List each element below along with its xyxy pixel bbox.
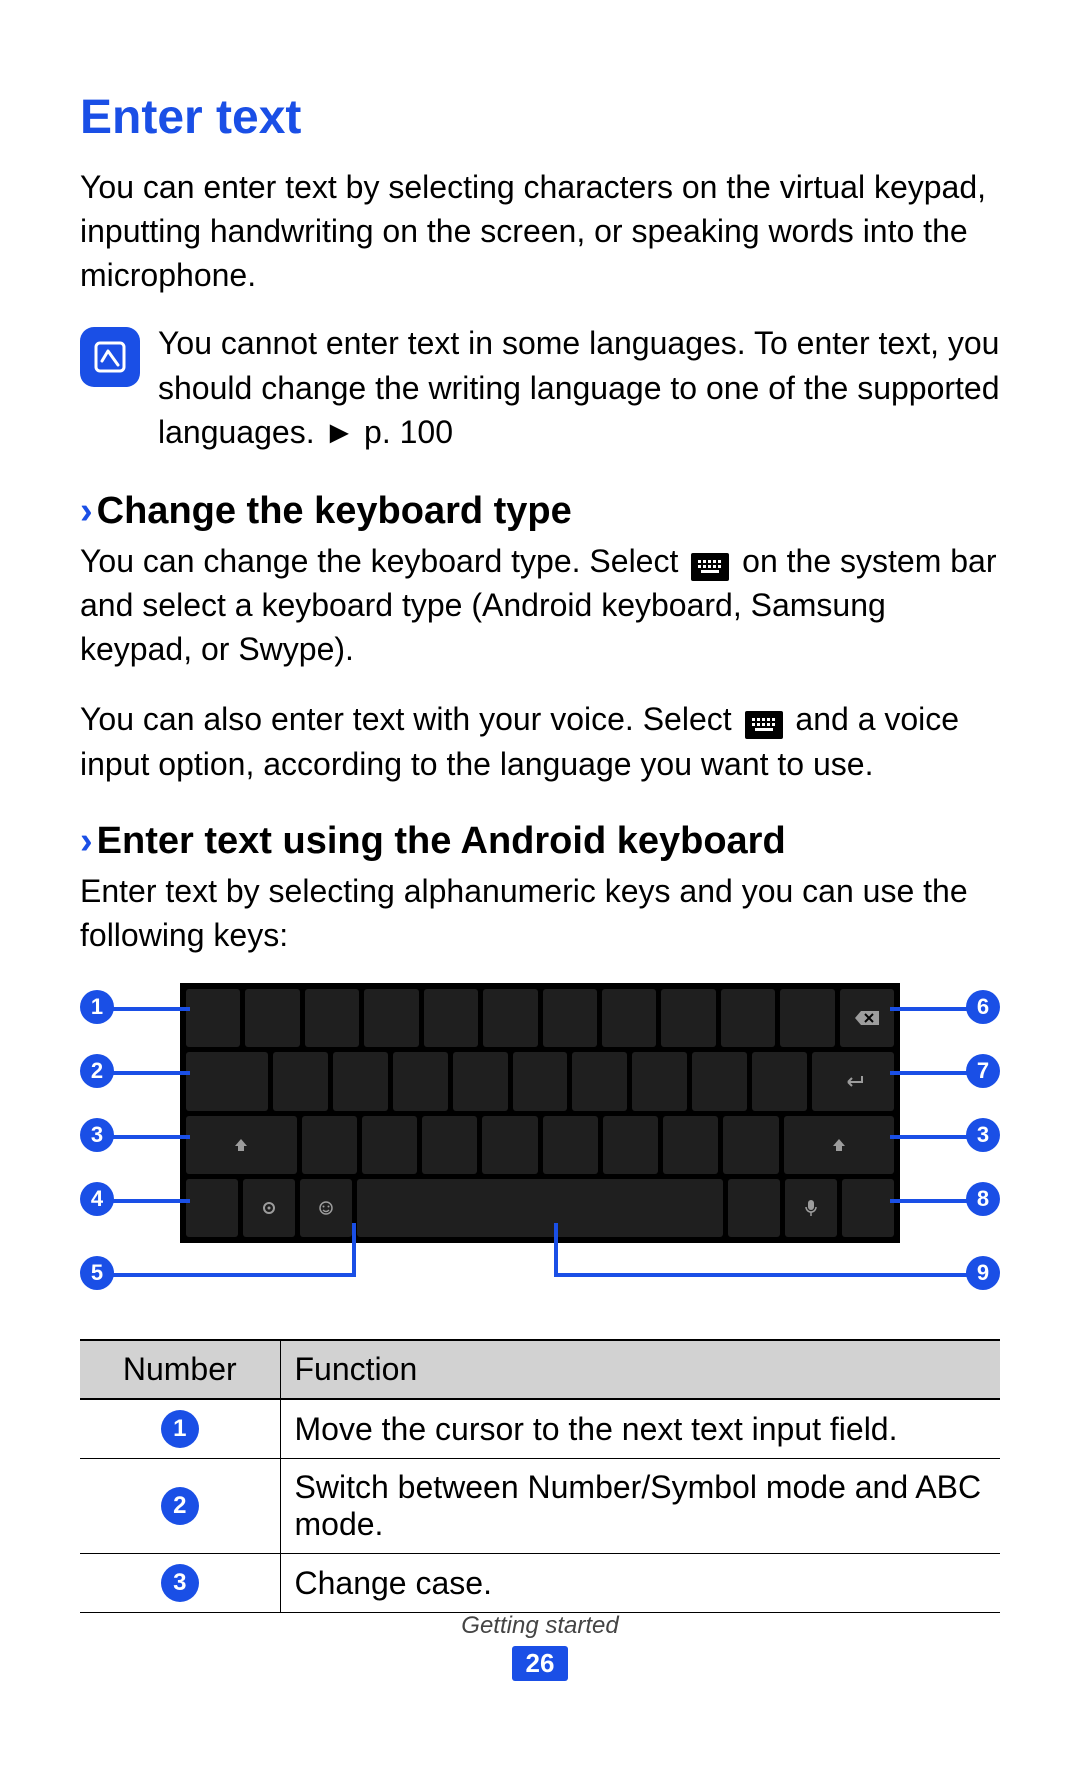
table-row: 1 Move the cursor to the next text input…	[80, 1399, 1000, 1459]
subhead-change-keyboard: ›Change the keyboard type	[80, 490, 1000, 533]
callout-3r: 3	[966, 1118, 1000, 1152]
row-number-badge: 3	[161, 1564, 199, 1602]
table-row: 2 Switch between Number/Symbol mode and …	[80, 1459, 1000, 1554]
intro-paragraph: You can enter text by selecting characte…	[80, 165, 1000, 297]
callout-8: 8	[966, 1182, 1000, 1216]
keyboard-icon	[745, 711, 783, 739]
callout-6: 6	[966, 990, 1000, 1024]
table-head-number: Number	[80, 1340, 280, 1399]
page-title: Enter text	[80, 90, 1000, 145]
section1-p1a: You can change the keyboard type. Select	[80, 543, 687, 579]
callout-2: 2	[80, 1054, 114, 1088]
row-number-badge: 1	[161, 1410, 199, 1448]
callout-7: 7	[966, 1054, 1000, 1088]
section2-p1: Enter text by selecting alphanumeric key…	[80, 869, 1000, 957]
note-text: You cannot enter text in some languages.…	[158, 321, 1000, 453]
enter-key-icon	[812, 1052, 894, 1110]
section1-p2a: You can also enter text with your voice.…	[80, 701, 741, 737]
callout-9: 9	[966, 1256, 1000, 1290]
row-function: Change case.	[280, 1554, 1000, 1613]
manual-page: Enter text You can enter text by selecti…	[0, 0, 1080, 1771]
chevron-icon: ›	[80, 490, 93, 532]
mic-key-icon	[785, 1179, 837, 1237]
backspace-key-icon	[840, 989, 894, 1047]
keyboard-icon	[691, 553, 729, 581]
note-icon	[80, 327, 140, 387]
table-row: 3 Change case.	[80, 1554, 1000, 1613]
footer-chapter: Getting started	[0, 1612, 1080, 1640]
emoji-key-icon	[300, 1179, 352, 1237]
keyboard-graphic	[180, 983, 900, 1243]
subhead-change-keyboard-text: Change the keyboard type	[97, 490, 572, 532]
section1-p1: You can change the keyboard type. Select…	[80, 539, 1000, 671]
row-function: Move the cursor to the next text input f…	[280, 1399, 1000, 1459]
footer-page-number: 26	[512, 1646, 569, 1681]
callout-5: 5	[80, 1256, 114, 1290]
subhead-android-keyboard-text: Enter text using the Android keyboard	[97, 820, 786, 862]
callout-1: 1	[80, 990, 114, 1024]
callout-3: 3	[80, 1118, 114, 1152]
section1-p2: You can also enter text with your voice.…	[80, 697, 1000, 785]
shift-key-icon	[186, 1116, 297, 1174]
settings-key-icon	[243, 1179, 295, 1237]
note-box: You cannot enter text in some languages.…	[80, 321, 1000, 453]
function-table: Number Function 1 Move the cursor to the…	[80, 1339, 1000, 1613]
table-head-function: Function	[280, 1340, 1000, 1399]
row-number-badge: 2	[161, 1487, 199, 1525]
callout-4: 4	[80, 1182, 114, 1216]
chevron-icon: ›	[80, 820, 93, 862]
subhead-android-keyboard: ›Enter text using the Android keyboard	[80, 820, 1000, 863]
keyboard-illustration: 1 2 3 4 5 6 7 3 8 9	[80, 983, 1000, 1313]
row-function: Switch between Number/Symbol mode and AB…	[280, 1459, 1000, 1554]
shift-key-icon	[784, 1116, 895, 1174]
page-footer: Getting started 26	[0, 1612, 1080, 1681]
